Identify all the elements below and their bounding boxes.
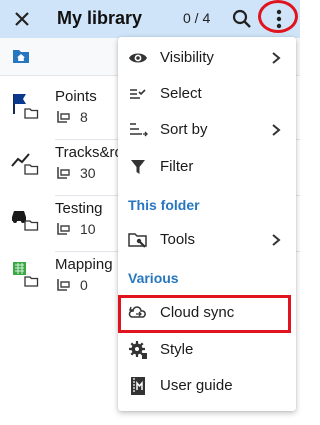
more-button-highlight [258,0,298,33]
map-folder-icon [13,262,39,287]
section-header-this-folder: This folder [128,197,200,213]
menu-label: Filter [160,158,194,175]
menu-item-style[interactable]: Style [118,332,296,368]
app-bar: My library 0 / 4 [0,0,300,38]
section-header-various: Various [128,270,179,286]
item-name: Testing [55,200,103,217]
subfolder-count-icon [57,279,70,291]
select-list-icon [130,89,146,99]
menu-item-sort-by[interactable]: Sort by [118,112,296,148]
menu-label: Tools [160,231,196,248]
menu-label: User guide [160,377,233,394]
eye-icon [129,53,147,63]
item-name: Points [55,88,97,105]
chevron-right-icon [272,52,281,64]
subfolder-count-icon [57,223,70,235]
flag-folder-icon [13,94,39,119]
item-name: Tracks&ro [55,144,123,161]
item-name: Mapping [55,256,113,273]
menu-item-tools[interactable]: Tools [118,222,296,258]
chevron-right-icon [272,124,281,136]
menu-item-filter[interactable]: Filter [118,149,296,185]
overflow-menu: Visibility Select Sort by Filter This fo… [118,37,296,411]
user-guide-icon [131,377,145,395]
selection-counter: 0 / 4 [183,10,211,26]
close-icon[interactable] [10,7,34,31]
track-folder-icon [11,153,39,175]
menu-label: Visibility [160,49,214,66]
item-count: 0 [80,277,88,293]
filter-icon [131,160,145,174]
subfolder-count-icon [57,111,70,123]
car-folder-icon [12,211,39,231]
menu-item-user-guide[interactable]: User guide [118,368,296,404]
gear-icon [129,341,147,359]
cloud-sync-highlight [118,295,291,333]
home-folder-icon [13,50,29,63]
item-count: 10 [80,221,96,237]
menu-label: Select [160,85,202,102]
page-title: My library [57,8,143,28]
sort-icon [130,123,148,137]
subfolder-count-icon [57,167,70,179]
item-count: 8 [80,109,88,125]
menu-item-select[interactable]: Select [118,76,296,112]
menu-label: Sort by [160,121,208,138]
menu-label: Style [160,341,194,358]
menu-item-visibility[interactable]: Visibility [118,40,296,76]
item-count: 30 [80,165,96,181]
chevron-right-icon [272,234,281,246]
folder-tools-icon [128,233,147,248]
search-icon[interactable] [230,7,254,31]
